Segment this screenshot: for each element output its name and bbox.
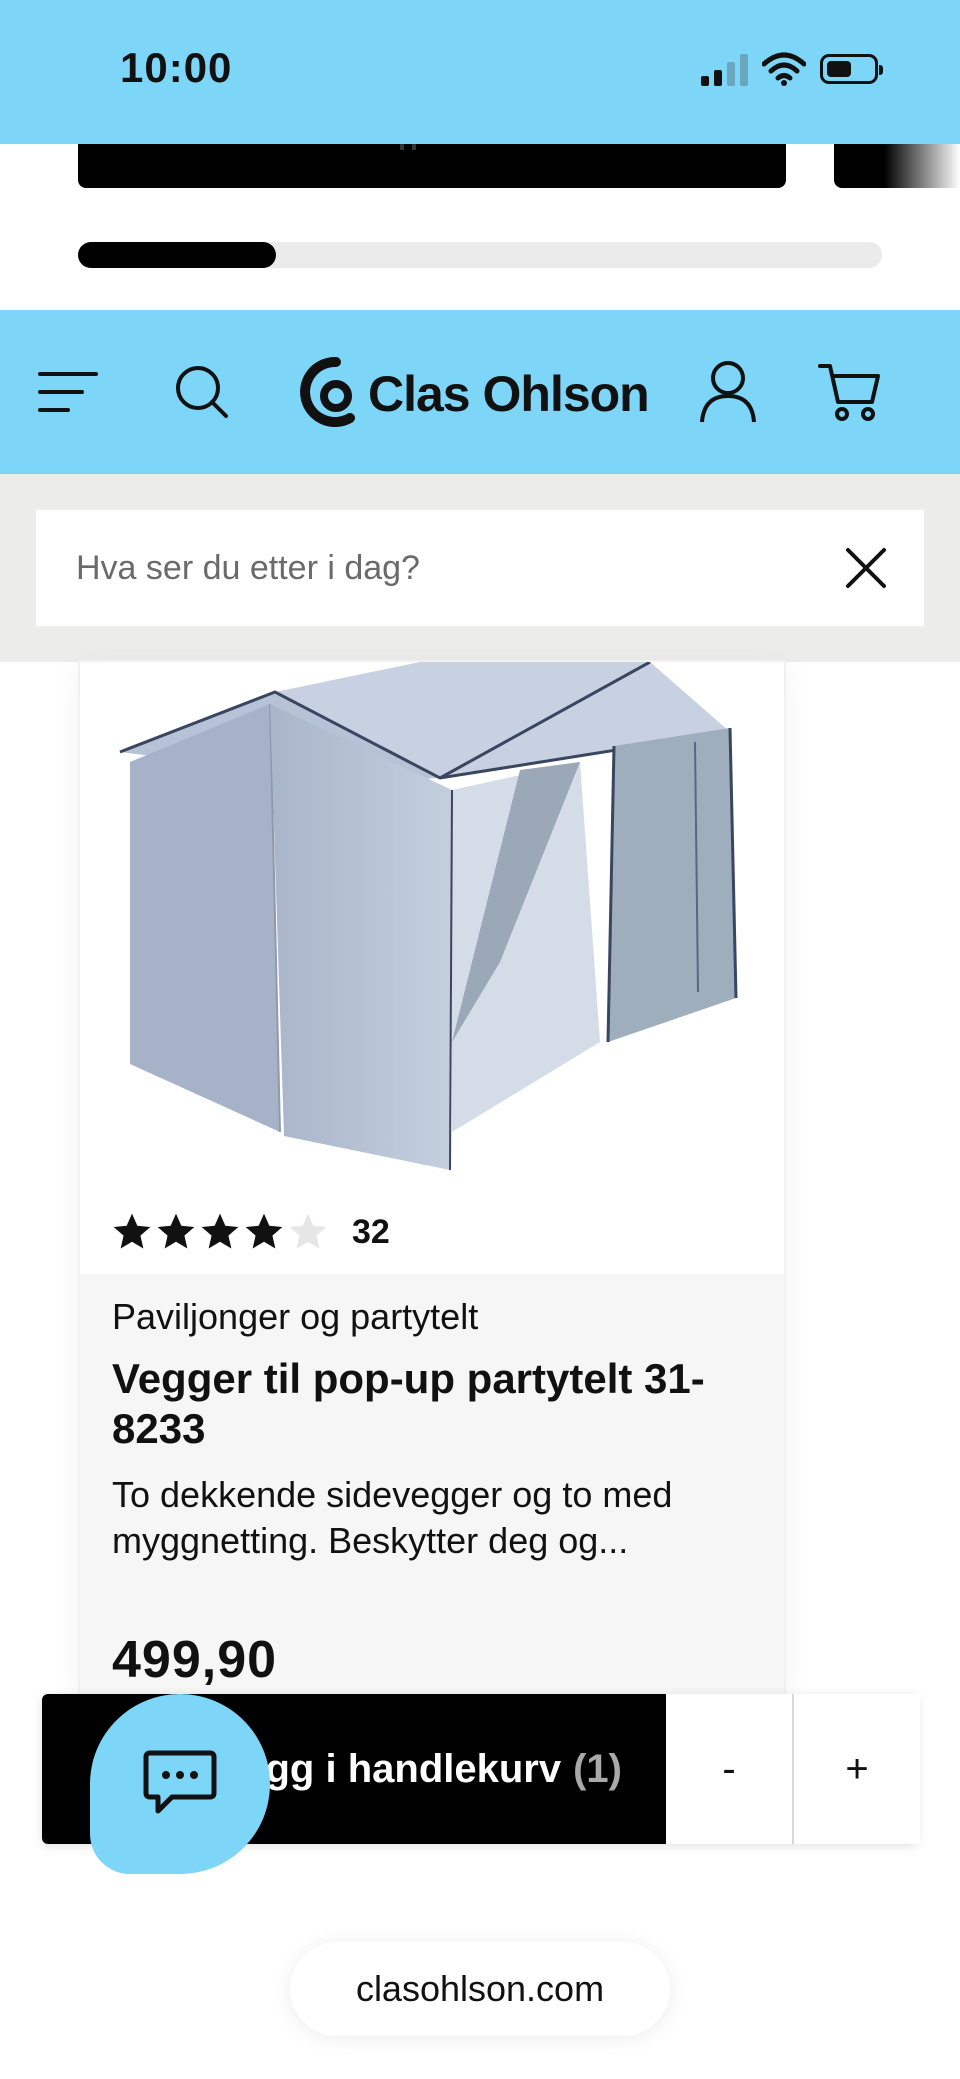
cart-button[interactable] bbox=[818, 360, 882, 424]
star-filled-icon bbox=[157, 1213, 195, 1249]
carousel-scrollbar-thumb[interactable] bbox=[78, 242, 276, 268]
signal-icon bbox=[701, 52, 748, 86]
carousel-card-next[interactable] bbox=[834, 144, 960, 188]
search-input[interactable] bbox=[36, 510, 816, 626]
logo[interactable]: Clas Ohlson bbox=[298, 356, 650, 432]
add-to-cart-label: Legg i handlekurv bbox=[218, 1746, 562, 1791]
chat-button[interactable] bbox=[90, 1694, 270, 1874]
wifi-icon bbox=[762, 52, 806, 86]
rating-count: 32 bbox=[352, 1212, 390, 1251]
menu-button[interactable] bbox=[36, 360, 100, 424]
status-icons bbox=[701, 52, 883, 86]
clas-ohlson-logo-icon bbox=[300, 356, 355, 427]
browser-url-bar[interactable]: clasohlson.com bbox=[290, 1942, 670, 2036]
star-empty-icon bbox=[289, 1213, 327, 1249]
product-description: To dekkende sidevegger og to med myggnet… bbox=[112, 1474, 673, 1561]
star-filled-icon bbox=[245, 1213, 283, 1249]
search-icon bbox=[176, 366, 228, 418]
product-category: Paviljonger og partytelt bbox=[112, 1296, 479, 1337]
status-time: 10:00 bbox=[120, 44, 233, 91]
product-card[interactable]: 32 Paviljonger og partytelt Vegger til p… bbox=[80, 662, 784, 1702]
chat-icon bbox=[143, 1750, 217, 1814]
cart-quantity: (1) bbox=[573, 1746, 622, 1791]
cart-icon bbox=[818, 364, 880, 421]
search-button[interactable] bbox=[170, 360, 234, 424]
carousel-card[interactable] bbox=[78, 144, 786, 188]
site-header: Clas Ohlson bbox=[0, 310, 960, 474]
account-button[interactable] bbox=[696, 360, 760, 424]
carousel-scrollbar[interactable] bbox=[78, 242, 882, 268]
product-price: 499,90 bbox=[112, 1631, 278, 1689]
close-icon[interactable] bbox=[844, 546, 888, 590]
user-icon bbox=[700, 361, 756, 423]
logo-text: Clas Ohlson bbox=[368, 366, 650, 422]
product-rating[interactable]: 32 bbox=[110, 1210, 390, 1254]
search-bar-area bbox=[0, 474, 960, 662]
menu-icon bbox=[38, 372, 98, 412]
increase-quantity-button[interactable]: + bbox=[794, 1694, 920, 1844]
battery-icon bbox=[820, 54, 883, 84]
tent-walls-image bbox=[119, 662, 738, 1171]
product-info: Paviljonger og partytelt Vegger til pop-… bbox=[80, 1274, 784, 1702]
search-box bbox=[36, 510, 924, 626]
decrease-quantity-button[interactable]: - bbox=[666, 1694, 794, 1844]
status-bar: 10:00 bbox=[0, 0, 960, 144]
product-image[interactable] bbox=[80, 662, 784, 1192]
product-title[interactable]: Vegger til pop-up partytelt 31-8233 bbox=[112, 1354, 752, 1454]
star-filled-icon bbox=[113, 1213, 151, 1249]
star-filled-icon bbox=[201, 1213, 239, 1249]
